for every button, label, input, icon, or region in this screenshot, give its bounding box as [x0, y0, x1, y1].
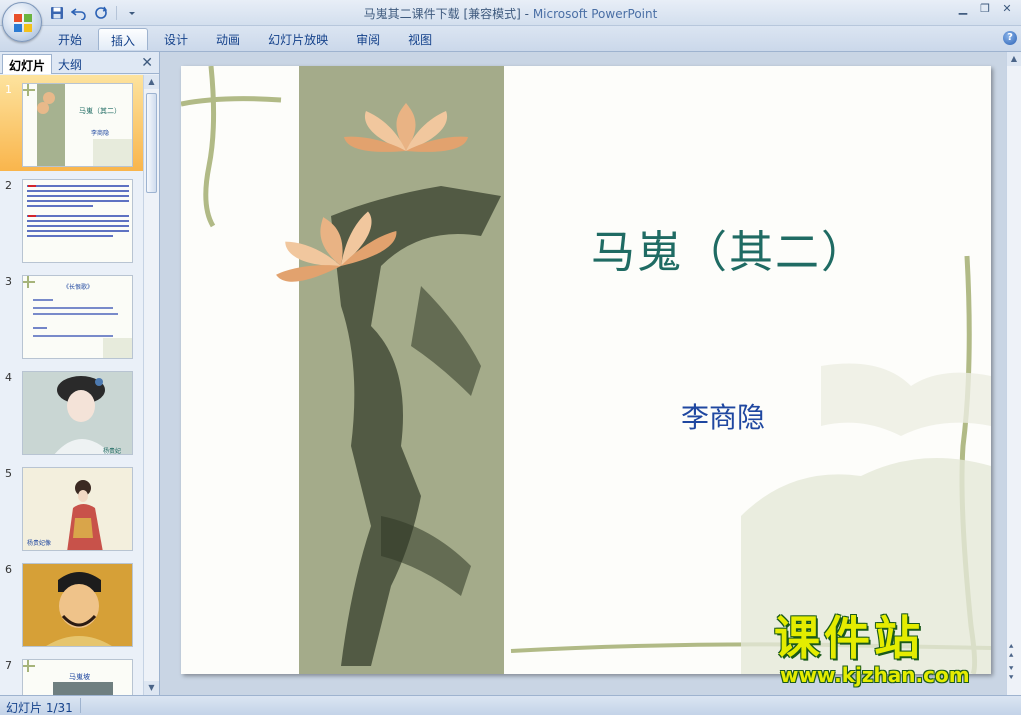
current-slide[interactable]: 马嵬（其二） 李商隐 [181, 66, 991, 674]
thumbnail-list: 1 马嵬（其二） 李商隐 2 3 《长恨歌》 4 杨贵妃 5 杨贵妃像 6 7 … [0, 75, 143, 695]
thumb-title: 马嵬（其二） [79, 107, 121, 115]
scroll-down-icon[interactable]: ▼ [144, 681, 159, 695]
title-bar: 马嵬其二课件下载 [兼容模式] - Microsoft PowerPoint ▁… [0, 0, 1021, 26]
window-title: 马嵬其二课件下载 [兼容模式] - Microsoft PowerPoint [0, 5, 1021, 22]
slide-thumbnail-2[interactable]: 2 [0, 171, 143, 267]
application-name: Microsoft PowerPoint [532, 7, 658, 21]
thumb-number: 6 [5, 563, 12, 576]
thumb-preview [22, 179, 133, 263]
thumbnail-scrollbar[interactable]: ▲ ▼ [143, 75, 159, 695]
thumb-number: 7 [5, 659, 12, 672]
tab-review[interactable]: 审阅 [344, 28, 392, 50]
thumb-title: 《长恨歌》 [63, 284, 94, 291]
slide-indicator: 幻灯片 1/31 [6, 701, 73, 715]
window-controls: ▁ ❐ ✕ [953, 2, 1017, 16]
slide-1-preview-art [23, 84, 132, 166]
thumb-preview: 杨贵妃像 [22, 467, 133, 551]
status-bar: 幻灯片 1/31 [0, 695, 1021, 715]
thumb-preview: 马嵬（其二） 李商隐 [22, 83, 133, 167]
watermark: 课件站 www.kjzhan.com [770, 612, 1005, 692]
pane-tabs: 幻灯片 大纲 ✕ [0, 52, 159, 74]
watermark-text: 课件站 [774, 611, 924, 665]
thumb-preview: 马嵬坡 [22, 659, 133, 695]
thumb-number: 3 [5, 275, 12, 288]
slide-thumbnail-6[interactable]: 6 [0, 555, 143, 651]
slides-pane: 幻灯片 大纲 ✕ 1 马嵬（其二） 李商隐 2 3 《长恨歌》 4 杨贵妃 5 … [0, 52, 160, 695]
thumb-number: 2 [5, 179, 12, 192]
tab-outline[interactable]: 大纲 [52, 54, 88, 74]
thumb-preview [22, 563, 133, 647]
slide-thumbnail-3[interactable]: 3 《长恨歌》 [0, 267, 143, 363]
thumb-caption: 杨贵妃 [103, 448, 122, 455]
tab-home[interactable]: 开始 [46, 28, 94, 50]
tab-view[interactable]: 视图 [396, 28, 444, 50]
ribbon: 开始 插入 设计 动画 幻灯片放映 审阅 视图 ? [0, 26, 1021, 52]
slide-6-preview-emperor [23, 564, 132, 646]
restore-icon[interactable]: ❐ [975, 2, 995, 16]
help-icon[interactable]: ? [1003, 31, 1017, 45]
tab-slides[interactable]: 幻灯片 [2, 54, 53, 74]
office-button[interactable] [2, 2, 42, 42]
thumb-title: 马嵬坡 [69, 673, 90, 681]
scroll-up-icon[interactable]: ▲ [144, 75, 159, 89]
slide-editing-area: 马嵬（其二） 李商隐 [161, 52, 1006, 695]
scroll-thumb[interactable] [146, 93, 157, 193]
status-divider [80, 698, 81, 713]
tab-insert[interactable]: 插入 [98, 28, 149, 50]
slide-thumbnail-7[interactable]: 7 马嵬坡 [0, 651, 143, 695]
close-icon[interactable]: ✕ [997, 2, 1017, 16]
slide-author[interactable]: 李商隐 [681, 396, 765, 436]
watermark-url: www.kjzhan.com [780, 663, 970, 687]
thumb-preview: 《长恨歌》 [22, 275, 133, 359]
slide-2-preview-text-lines [27, 185, 129, 237]
next-slide-icon[interactable]: ⯆ ⯆ [1008, 664, 1014, 682]
thumb-caption: 杨贵妃像 [27, 540, 52, 547]
slide-thumbnail-1[interactable]: 1 马嵬（其二） 李商隐 [0, 75, 143, 171]
slide-thumbnail-4[interactable]: 4 杨贵妃 [0, 363, 143, 459]
thumb-number: 5 [5, 467, 12, 480]
office-logo-icon [14, 14, 32, 32]
slide-scrollbar[interactable]: ▲ ⯅ ⯅ ⯆ ⯆ [1006, 52, 1021, 695]
prev-slide-icon[interactable]: ⯅ ⯅ [1008, 642, 1014, 660]
thumb-preview: 杨贵妃 [22, 371, 133, 455]
slide-4-preview-portrait [23, 372, 132, 454]
slide-thumbnail-5[interactable]: 5 杨贵妃像 [0, 459, 143, 555]
thumb-number: 1 [5, 83, 12, 96]
scroll-up-icon[interactable]: ▲ [1007, 52, 1021, 66]
tab-slide-show[interactable]: 幻灯片放映 [256, 28, 340, 50]
slide-title[interactable]: 马嵬（其二） [591, 216, 867, 280]
close-pane-icon[interactable]: ✕ [141, 55, 153, 71]
tab-animations[interactable]: 动画 [204, 28, 252, 50]
slide-background-art [181, 66, 991, 674]
document-title: 马嵬其二课件下载 [兼容模式] - [363, 7, 533, 21]
tab-design[interactable]: 设计 [152, 28, 200, 50]
thumb-subtitle: 李商隐 [91, 130, 110, 137]
minimize-icon[interactable]: ▁ [953, 2, 973, 16]
ribbon-tabs: 开始 插入 设计 动画 幻灯片放映 审阅 视图 [46, 28, 448, 50]
thumb-number: 4 [5, 371, 12, 384]
